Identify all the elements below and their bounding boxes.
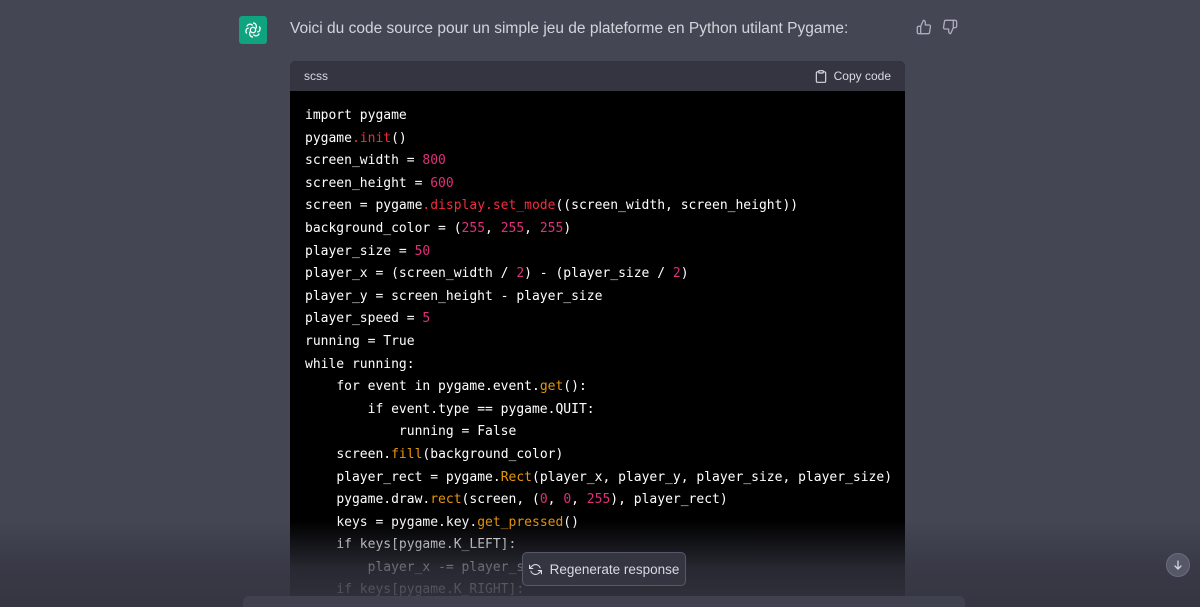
code-token: if event.type == pygame.QUIT: — [367, 401, 595, 417]
code-token: ((screen_width, screen_height)) — [555, 198, 799, 214]
code-token: background_color = ( — [305, 220, 462, 236]
code-line: player_x = (screen_width / 2) - (player_… — [305, 263, 890, 286]
code-line: import pygame — [305, 105, 890, 128]
arrow-down-icon — [1174, 560, 1182, 570]
code-token: .init — [351, 130, 392, 146]
code-token: running = True — [305, 333, 415, 349]
code-token: ) - (player_size / — [524, 266, 673, 282]
thumbs-up-icon — [916, 19, 932, 35]
code-line: player_rect = pygame.Rect(player_x, play… — [305, 467, 893, 490]
thumbs-up-button[interactable] — [915, 18, 933, 36]
code-line: if event.type == pygame.QUIT: — [305, 399, 890, 422]
code-line: while running: — [305, 354, 890, 377]
code-token: 0 — [563, 492, 572, 508]
code-token: get — [539, 379, 564, 395]
scroll-to-bottom-button[interactable] — [1166, 553, 1190, 577]
code-token: , — [547, 492, 564, 508]
regenerate-response-button[interactable]: Regenerate response — [522, 552, 686, 586]
code-token: rect — [430, 492, 462, 508]
code-token: keys = pygame.key. — [336, 514, 478, 530]
code-token: (): — [563, 379, 587, 395]
code-token: player_y = screen_height - player_size — [305, 288, 603, 304]
code-token: (screen, ( — [461, 492, 540, 508]
code-token: ), player_rect) — [610, 492, 728, 508]
code-token: Rect — [500, 469, 532, 485]
code-token: screen = pygame — [305, 198, 423, 214]
code-token: get_pressed — [477, 514, 564, 530]
copy-code-label: Copy code — [833, 69, 891, 83]
code-line: player_speed = 5 — [305, 308, 890, 331]
code-line: screen = pygame.display.set_mode((screen… — [305, 195, 890, 218]
copy-code-button[interactable]: Copy code — [814, 69, 891, 84]
code-token: running = False — [398, 424, 517, 440]
code-token: screen_width = — [305, 153, 423, 169]
thumbs-down-button[interactable] — [941, 18, 959, 36]
code-token: 2 — [516, 266, 525, 282]
code-token: 800 — [422, 153, 446, 169]
code-header: scss Copy code — [290, 61, 905, 91]
code-token: , — [524, 220, 540, 236]
refresh-icon — [528, 563, 542, 575]
code-token: (background_color) — [422, 446, 564, 462]
code-token: for event in pygame.event. — [336, 379, 540, 395]
code-line: pygame.draw.rect(screen, (0, 0, 255), pl… — [305, 489, 890, 512]
code-line: screen_height = 600 — [305, 173, 890, 196]
code-line: screen_width = 800 — [305, 150, 890, 173]
code-token: ) — [563, 220, 572, 236]
code-token: pygame.draw. — [336, 492, 431, 508]
code-token: screen. — [336, 446, 392, 462]
code-token: 255 — [539, 220, 564, 236]
code-block: scss Copy code import pygame pygame.init(… — [290, 61, 905, 607]
code-line: running = True — [305, 331, 890, 354]
code-token: import pygame — [305, 108, 407, 123]
code-line: background_color = (255, 255, 255) — [305, 218, 890, 241]
code-token: 255 — [500, 220, 525, 236]
code-language-label: scss — [304, 69, 328, 83]
code-token: ) — [680, 266, 689, 282]
code-token: screen_height = — [305, 175, 431, 191]
code-token: if keys[pygame.K_LEFT]: — [336, 537, 517, 553]
code-line: for event in pygame.event.get(): — [305, 376, 890, 399]
code-line: running = False — [305, 421, 890, 444]
code-token: player_speed = — [305, 311, 423, 327]
code-token: fill — [391, 446, 423, 462]
code-token: .display.set_mode — [422, 198, 556, 214]
clipboard-icon — [815, 69, 826, 83]
code-token: 255 — [461, 220, 486, 236]
code-line: pygame.init() — [305, 128, 890, 151]
assistant-avatar — [239, 16, 267, 44]
code-token: pygame — [305, 130, 352, 146]
code-token: 255 — [586, 492, 611, 508]
code-token: player_rect = pygame. — [336, 469, 501, 485]
code-line: screen.fill(background_color) — [305, 444, 890, 467]
code-token: , — [571, 492, 587, 508]
openai-logo-icon — [245, 22, 261, 38]
code-content: import pygame pygame.init() screen_width =… — [290, 91, 905, 602]
code-token: 50 — [414, 243, 431, 259]
code-token: while running: — [305, 356, 415, 372]
code-token: 0 — [539, 492, 548, 508]
assistant-message-text: Voici du code source pour un simple jeu … — [290, 20, 849, 37]
thumbs-down-icon — [942, 19, 958, 35]
code-token: () — [563, 514, 579, 530]
message-input-area[interactable] — [243, 596, 965, 607]
code-token: player_size = — [305, 243, 415, 259]
code-token: 2 — [672, 266, 681, 282]
code-line: player_size = 50 — [305, 241, 890, 264]
code-line: player_y = screen_height - player_size — [305, 286, 890, 309]
code-line: keys = pygame.key.get_pressed() — [305, 512, 890, 535]
code-token: , — [485, 220, 501, 236]
code-token: 600 — [430, 175, 454, 191]
code-token: 5 — [422, 311, 431, 327]
code-token: () — [391, 130, 407, 146]
regenerate-label: Regenerate response — [549, 561, 680, 577]
code-token: (player_x, player_y, player_size, player… — [532, 469, 893, 485]
code-token: player_x = (screen_width / — [305, 266, 517, 282]
